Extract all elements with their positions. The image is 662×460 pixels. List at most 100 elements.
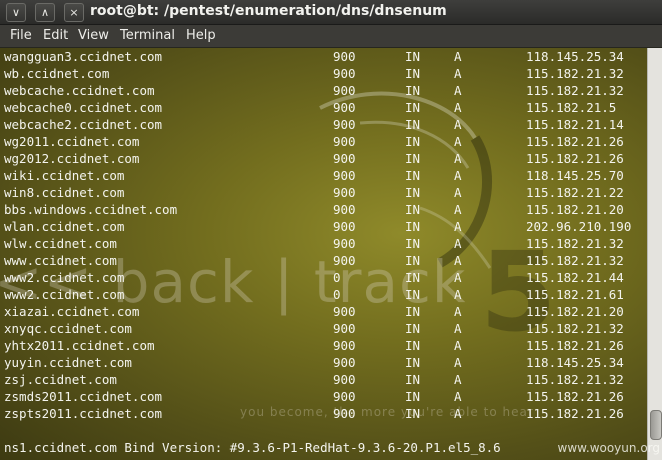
record-ip: 115.182.21.61: [526, 287, 624, 302]
record-type: A: [454, 338, 462, 353]
dns-record-row: www2.ccidnet.com 0 IN A 115.182.21.44: [0, 269, 647, 286]
record-host: xnyqc.ccidnet.com: [4, 321, 132, 336]
record-ip: 115.182.21.44: [526, 270, 624, 285]
dns-record-row: wg2012.ccidnet.com 900 IN A 115.182.21.26: [0, 150, 647, 167]
record-type: A: [454, 134, 462, 149]
record-host: wlw.ccidnet.com: [4, 236, 117, 251]
record-ip: 115.182.21.5: [526, 100, 617, 115]
record-type: A: [454, 355, 462, 370]
record-type: A: [454, 219, 462, 234]
record-class: IN: [405, 83, 421, 98]
dns-record-row: xnyqc.ccidnet.com 900 IN A 115.182.21.32: [0, 320, 647, 337]
record-ttl: 0: [333, 287, 341, 302]
record-ip: 115.182.21.14: [526, 117, 624, 132]
dns-record-row: zsmds2011.ccidnet.com 900 IN A 115.182.21.26: [0, 388, 647, 405]
record-type: A: [454, 202, 462, 217]
record-type: A: [454, 287, 462, 302]
window-titlebar: ∨ ∧ × root@bt: /pentest/enumeration/dns/…: [0, 0, 662, 25]
dns-record-row: webcache0.ccidnet.com 900 IN A 115.182.21.5: [0, 99, 647, 116]
terminal-output[interactable]: << back | track 5 you become, the more y…: [0, 48, 647, 460]
record-ttl: 900: [333, 202, 356, 217]
record-ip: 115.182.21.32: [526, 83, 624, 98]
record-host: wlan.ccidnet.com: [4, 219, 125, 234]
record-host: zsmds2011.ccidnet.com: [4, 389, 163, 404]
record-type: A: [454, 151, 462, 166]
record-class: IN: [405, 134, 421, 149]
menu-edit[interactable]: Edit: [43, 28, 68, 43]
record-type: A: [454, 49, 462, 64]
record-ttl: 900: [333, 134, 356, 149]
record-ip: 115.182.21.26: [526, 151, 624, 166]
record-ttl: 900: [333, 304, 356, 319]
record-ip: 115.182.21.32: [526, 236, 624, 251]
scrollbar[interactable]: [647, 48, 662, 460]
record-host: yhtx2011.ccidnet.com: [4, 338, 155, 353]
dns-record-row: webcache2.ccidnet.com 900 IN A 115.182.21.14: [0, 116, 647, 133]
menu-terminal[interactable]: Terminal: [120, 28, 175, 43]
dns-record-row: wiki.ccidnet.com 900 IN A 118.145.25.70: [0, 167, 647, 184]
record-class: IN: [405, 372, 421, 387]
record-type: A: [454, 66, 462, 81]
record-ttl: 900: [333, 66, 356, 81]
record-ttl: 900: [333, 355, 356, 370]
record-ttl: 900: [333, 49, 356, 64]
record-type: A: [454, 253, 462, 268]
record-type: A: [454, 185, 462, 200]
record-class: IN: [405, 270, 421, 285]
dns-record-row: bbs.windows.ccidnet.com 900 IN A 115.182.21.…: [0, 201, 647, 218]
record-class: IN: [405, 49, 421, 64]
menu-view[interactable]: View: [78, 28, 109, 43]
record-type: A: [454, 100, 462, 115]
record-ttl: 900: [333, 185, 356, 200]
record-ttl: 900: [333, 321, 356, 336]
record-ip: 115.182.21.32: [526, 321, 624, 336]
record-class: IN: [405, 287, 421, 302]
close-button[interactable]: ×: [64, 3, 84, 22]
record-ttl: 0: [333, 270, 341, 285]
record-type: A: [454, 168, 462, 183]
maximize-button[interactable]: ∧: [35, 3, 55, 22]
record-type: A: [454, 321, 462, 336]
record-ip: 118.145.25.34: [526, 49, 624, 64]
record-ttl: 900: [333, 168, 356, 183]
record-type: A: [454, 406, 462, 421]
record-class: IN: [405, 185, 421, 200]
record-class: IN: [405, 219, 421, 234]
dns-record-row: www2.ccidnet.com 0 IN A 115.182.21.61: [0, 286, 647, 303]
menu-help[interactable]: Help: [186, 28, 216, 43]
record-ip: 115.182.21.26: [526, 389, 624, 404]
record-ttl: 900: [333, 117, 356, 132]
record-class: IN: [405, 151, 421, 166]
record-host: wangguan3.ccidnet.com: [4, 49, 163, 64]
dns-record-row: wg2011.ccidnet.com 900 IN A 115.182.21.26: [0, 133, 647, 150]
dns-record-row: wlan.ccidnet.com 900 IN A 202.96.210.190: [0, 218, 647, 235]
record-host: webcache0.ccidnet.com: [4, 100, 163, 115]
record-class: IN: [405, 66, 421, 81]
record-ip: 118.145.25.70: [526, 168, 624, 183]
record-ip: 115.182.21.26: [526, 338, 624, 353]
record-ip: 115.182.21.20: [526, 202, 624, 217]
record-host: xiazai.ccidnet.com: [4, 304, 140, 319]
bind-version-line: ns1.ccidnet.com Bind Version: #9.3.6-P1-…: [4, 440, 501, 455]
scrollbar-thumb[interactable]: [650, 410, 662, 440]
record-host: win8.ccidnet.com: [4, 185, 125, 200]
record-host: wg2012.ccidnet.com: [4, 151, 140, 166]
record-host: webcache.ccidnet.com: [4, 83, 155, 98]
record-ttl: 900: [333, 219, 356, 234]
record-class: IN: [405, 117, 421, 132]
record-host: wb.ccidnet.com: [4, 66, 110, 81]
minimize-button[interactable]: ∨: [6, 3, 26, 22]
dns-record-row: xiazai.ccidnet.com 900 IN A 115.182.21.20: [0, 303, 647, 320]
dns-record-row: wangguan3.ccidnet.com 900 IN A 118.145.25.34: [0, 48, 647, 65]
dns-record-row: webcache.ccidnet.com 900 IN A 115.182.21.32: [0, 82, 647, 99]
dns-record-row: zsj.ccidnet.com 900 IN A 115.182.21.32: [0, 371, 647, 388]
record-type: A: [454, 117, 462, 132]
record-ip: 115.182.21.26: [526, 134, 624, 149]
record-host: wg2011.ccidnet.com: [4, 134, 140, 149]
record-type: A: [454, 270, 462, 285]
record-type: A: [454, 83, 462, 98]
menu-file[interactable]: File: [10, 28, 32, 43]
record-ip: 115.182.21.32: [526, 253, 624, 268]
record-ttl: 900: [333, 236, 356, 251]
record-class: IN: [405, 253, 421, 268]
